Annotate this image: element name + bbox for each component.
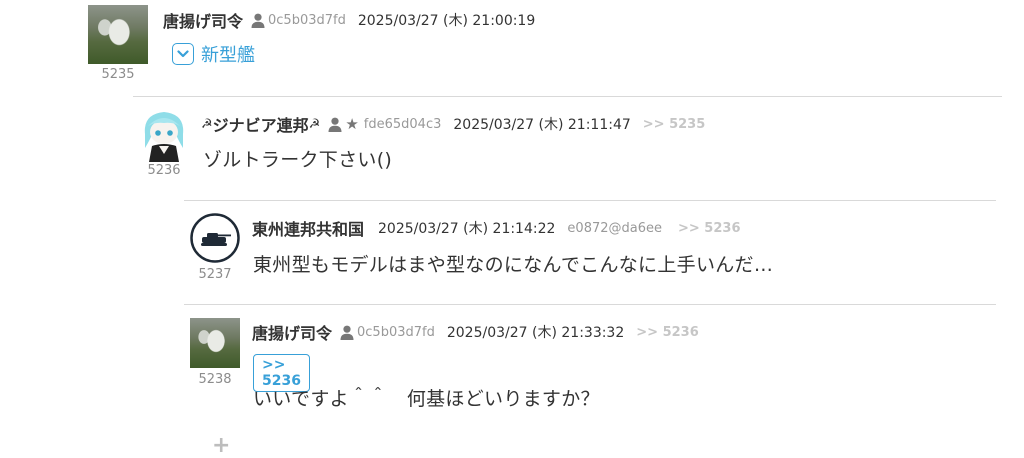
post-datetime: 2025/03/27 (木) 21:11:47: [453, 117, 631, 133]
person-icon: [340, 325, 354, 340]
post-body: 東州型もモデルはまや型なのになんでこんなに上手いんだ…: [253, 254, 774, 276]
post-datetime: 2025/03/27 (木) 21:00:19: [357, 13, 536, 29]
avatar[interactable]: [190, 318, 240, 368]
poster-name[interactable]: ジナビア連邦: [213, 112, 309, 136]
post-number: 5236: [147, 163, 181, 178]
person-icon: [328, 117, 342, 132]
post-body: ゾルトラーク下さい(): [203, 149, 393, 171]
name-prefix-emblem: ☭: [201, 116, 213, 132]
post-body: いいですよ＾＾ 何基ほどいりますか？: [253, 388, 600, 410]
expand-label[interactable]: 新型艦: [201, 41, 255, 67]
name-suffix-emblem: ☭: [308, 116, 321, 132]
user-id[interactable]: 0c5b03d7fd: [357, 325, 435, 340]
post-header: 東州連邦共和国 2025/03/27 (木) 21:14:22 e0872@da…: [252, 216, 741, 240]
reply-reference[interactable]: >> 5236: [678, 221, 741, 236]
post-divider: [184, 200, 996, 201]
post-number: 5238: [198, 372, 232, 387]
poster-name[interactable]: 唐揚げ司令: [163, 8, 243, 32]
post-header: 唐揚げ司令 0c5b03d7fd 2025/03/27 (木) 21:33:32…: [252, 320, 699, 344]
user-id[interactable]: 0c5b03d7fd: [268, 13, 346, 28]
reply-reference[interactable]: >> 5235: [643, 117, 706, 132]
avatar[interactable]: [88, 5, 148, 64]
poster-name[interactable]: 東州連邦共和国: [252, 216, 364, 240]
user-id[interactable]: e0872@da6ee: [567, 221, 662, 236]
post-number: 5235: [101, 67, 135, 82]
reply-reference[interactable]: >> 5236: [636, 325, 699, 340]
avatar[interactable]: [139, 108, 189, 162]
avatar[interactable]: [190, 213, 240, 263]
expand-toggle[interactable]: 新型艦: [172, 41, 255, 67]
chevron-down-icon[interactable]: [172, 43, 194, 65]
post-datetime: 2025/03/27 (木) 21:33:32: [446, 325, 625, 341]
poster-name[interactable]: 唐揚げ司令: [252, 320, 332, 344]
post-divider: [133, 96, 1002, 97]
post-divider: [184, 304, 996, 305]
post-header: 唐揚げ司令 0c5b03d7fd 2025/03/27 (木) 21:00:19: [163, 8, 547, 32]
user-id[interactable]: fde65d04c3: [364, 117, 442, 132]
add-post-button[interactable]: +: [212, 433, 230, 458]
post-datetime: 2025/03/27 (木) 21:14:22: [378, 221, 556, 237]
post-header: ☭ ジナビア連邦 ☭ ★ fde65d04c3 2025/03/27 (木) 2…: [201, 112, 705, 136]
post-number: 5237: [198, 267, 232, 282]
star-icon: ★: [345, 115, 359, 133]
person-icon: [251, 13, 265, 28]
